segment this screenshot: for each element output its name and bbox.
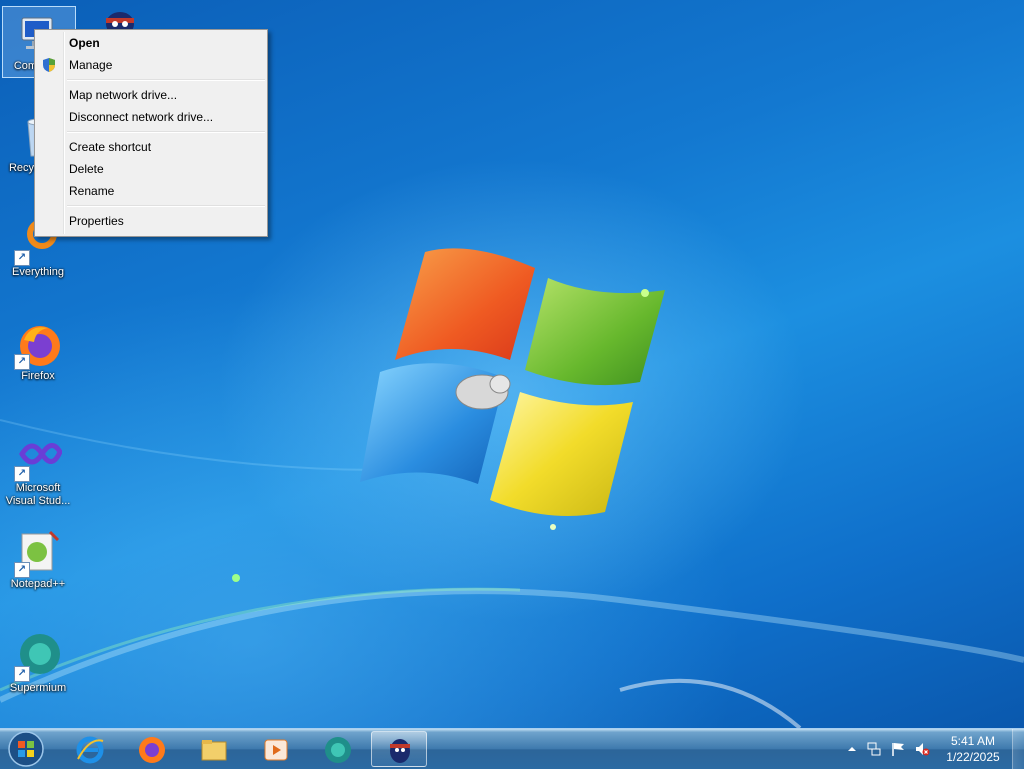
action-center-flag-icon[interactable]: [890, 741, 906, 757]
uac-shield-icon: [43, 58, 55, 72]
penguin-icon: [390, 739, 410, 763]
internet-explorer-icon: [76, 736, 104, 764]
menu-item-delete[interactable]: Delete: [35, 158, 267, 180]
desktop-icon-supermium[interactable]: ↗ Supermium: [0, 628, 76, 712]
menu-item-label: Create shortcut: [69, 140, 152, 154]
desktop-icon-notepadpp[interactable]: ↗ Notepad++: [0, 524, 76, 608]
shortcut-arrow-icon: ↗: [14, 466, 30, 482]
menu-item-label: Map network drive...: [69, 88, 178, 102]
windows-start-orb-icon[interactable]: [6, 730, 46, 768]
menu-item-map-network-drive[interactable]: Map network drive...: [35, 84, 267, 106]
desktop-icon-label: Microsoft Visual Stud...: [5, 482, 71, 507]
menu-separator: [67, 205, 265, 207]
taskbar-file-explorer[interactable]: [186, 731, 242, 767]
desktop[interactable]: Computer Recycle Bin ↗ Everything ↗ Fire…: [0, 0, 1024, 728]
context-menu: Open Manage Map network drive... Disconn…: [34, 29, 268, 237]
clock-date: 1/22/2025: [946, 750, 1000, 764]
taskbar: 5:41 AM 1/22/2025: [0, 728, 1024, 769]
desktop-icon-firefox[interactable]: ↗ Firefox: [0, 316, 76, 400]
menu-item-label: Open: [69, 36, 100, 50]
menu-item-open[interactable]: Open: [35, 32, 267, 54]
menu-separator: [67, 131, 265, 133]
desktop-icon-label: Notepad++: [10, 578, 66, 590]
menu-item-disconnect-network-drive[interactable]: Disconnect network drive...: [35, 106, 267, 128]
taskbar-internet-explorer[interactable]: [62, 731, 118, 767]
network-icon[interactable]: [866, 741, 882, 757]
menu-item-manage[interactable]: Manage: [35, 54, 267, 76]
menu-separator: [67, 79, 265, 81]
taskbar-firefox[interactable]: [124, 731, 180, 767]
show-hidden-icons-chevron[interactable]: [844, 741, 860, 757]
menu-item-create-shortcut[interactable]: Create shortcut: [35, 136, 267, 158]
desktop-icon-label: Supermium: [9, 682, 67, 694]
shortcut-arrow-icon: ↗: [14, 354, 30, 370]
menu-item-label: Delete: [69, 162, 104, 176]
menu-item-label: Properties: [69, 214, 124, 228]
media-player-icon: [264, 739, 288, 761]
file-explorer-icon: [201, 740, 227, 761]
menu-item-label: Rename: [69, 184, 115, 198]
desktop-icon-label: Everything: [12, 266, 64, 278]
taskbar-supermium[interactable]: [310, 731, 366, 767]
menu-item-properties[interactable]: Properties: [35, 210, 267, 232]
taskbar-penguin-app[interactable]: [371, 731, 427, 767]
system-clock[interactable]: 5:41 AM 1/22/2025: [938, 733, 1008, 765]
shortcut-arrow-icon: ↗: [14, 666, 30, 682]
desktop-icon-label: Firefox: [21, 370, 55, 382]
supermium-icon: [325, 737, 351, 763]
menu-item-label: Manage: [69, 58, 113, 72]
volume-muted-icon[interactable]: [914, 741, 930, 757]
shortcut-arrow-icon: ↗: [14, 562, 30, 578]
desktop-icon-visual-studio[interactable]: ↗ Microsoft Visual Stud...: [0, 428, 76, 512]
shortcut-arrow-icon: ↗: [14, 250, 30, 266]
show-desktop-button[interactable]: [1012, 729, 1024, 769]
clock-time: 5:41 AM: [950, 734, 996, 748]
menu-item-rename[interactable]: Rename: [35, 180, 267, 202]
firefox-icon: [139, 737, 165, 763]
menu-item-label: Disconnect network drive...: [69, 110, 214, 124]
taskbar-media-player[interactable]: [248, 731, 304, 767]
